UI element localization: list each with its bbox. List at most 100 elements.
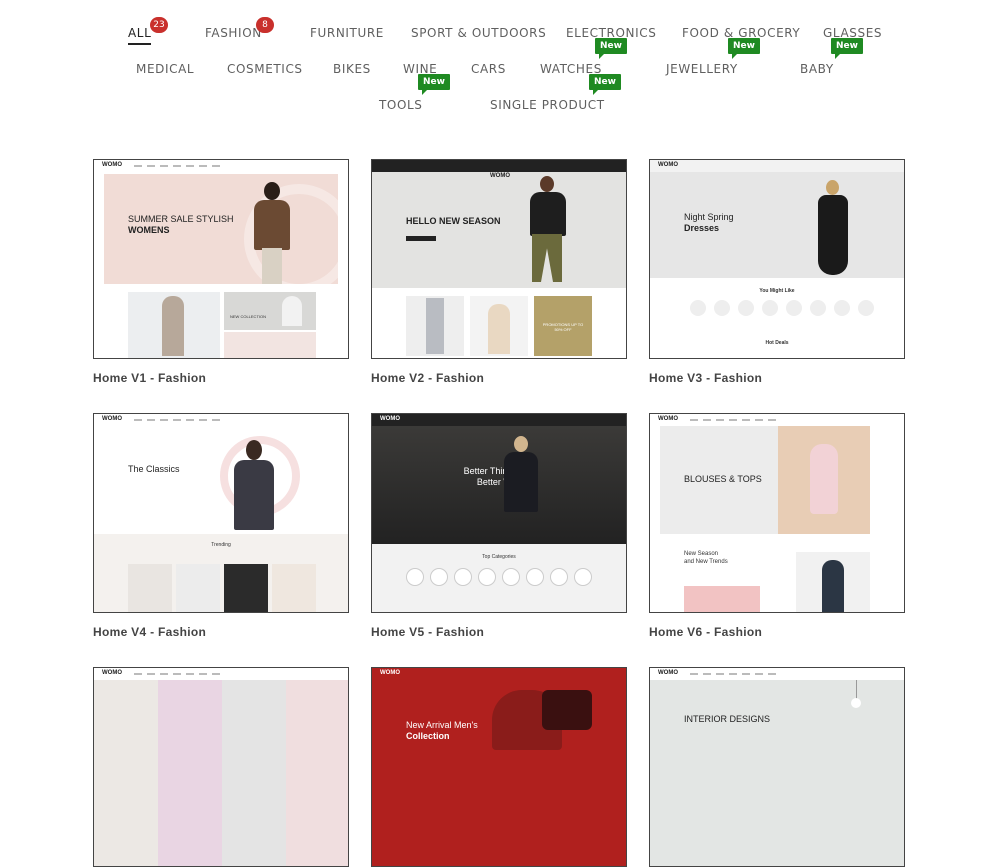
filter-label: MEDICAL (136, 62, 195, 76)
demo-title[interactable]: Home V5 - Fashion (371, 625, 484, 639)
hero-title: New Arrival Men's Collection (406, 720, 478, 742)
filter-jewellery[interactable]: JEWELLERY New (666, 38, 760, 76)
filter-fashion[interactable]: FASHION 8 (205, 17, 274, 40)
filter-label: FURNITURE (310, 26, 384, 40)
mini-header: WOMO (650, 160, 904, 172)
filter-label: SPORT & OUTDOORS (411, 26, 547, 40)
demo-title[interactable]: Home V3 - Fashion (649, 371, 762, 385)
product-circle (714, 300, 730, 316)
mini-logo: WOMO (490, 173, 510, 179)
filter-medical[interactable]: MEDICAL (136, 62, 194, 76)
category-icon (550, 568, 568, 586)
product-circle (762, 300, 778, 316)
filter-single-product[interactable]: SINGLE PRODUCT New (490, 74, 621, 112)
demo-thumbnail[interactable]: WOMO Better Things In a Better Way Top C… (371, 413, 627, 613)
section-title: Trending (211, 542, 231, 548)
mini-nav (690, 673, 780, 675)
mini-header: WOMO (650, 414, 904, 426)
filter-label: JEWELLERY (666, 62, 738, 76)
mini-logo: WOMO (658, 162, 678, 168)
model-body (530, 192, 566, 236)
mini-header: WOMO (372, 414, 626, 426)
new-badge: New (589, 74, 621, 95)
categories-section: Top Categories (372, 544, 626, 612)
category-icon (574, 568, 592, 586)
product-section: You Might Like Hot Deals (672, 278, 882, 356)
hero-banner: Better Things In a Better Way (372, 426, 626, 544)
demo-filter-bar: ALL 23 FASHION 8 FURNITURE SPORT & OUTDO… (0, 0, 1000, 130)
filter-tools[interactable]: TOOLS New (379, 74, 450, 112)
demo-thumbnail[interactable]: WOMO INTERIOR DESIGNS (649, 667, 905, 867)
category-icon (430, 568, 448, 586)
model-legs (262, 248, 282, 284)
hero-banner: WOMO HELLO NEW SEASON (372, 172, 626, 288)
filter-cosmetics[interactable]: COSMETICS (227, 62, 303, 76)
mini-nav (134, 419, 224, 421)
filter-sport-outdoors[interactable]: SPORT & OUTDOORS (411, 26, 546, 40)
filter-furniture[interactable]: FURNITURE (310, 26, 384, 40)
product-circle (858, 300, 874, 316)
hero-button (406, 236, 436, 241)
mini-header: WOMO (94, 160, 348, 172)
boombox-image (542, 690, 592, 730)
demo-thumbnail[interactable]: WOMO The Classics Trending (93, 413, 349, 613)
hero-banner: SUMMER SALE STYLISH WOMENS (104, 174, 348, 294)
mini-nav (134, 165, 224, 167)
model-head (514, 436, 528, 452)
demo-thumbnail[interactable]: WOMO New Arrival Men's Collection (371, 667, 627, 867)
demo-thumbnail[interactable]: WOMO SUMMER SALE STYLISH WOMENS NEW COLL… (93, 159, 349, 359)
demo-title[interactable]: Home V6 - Fashion (649, 625, 762, 639)
section-line: and New Trends (684, 559, 728, 565)
product-tile (128, 564, 172, 612)
demo-thumbnail[interactable]: WOMO BLOUSES & TOPS New Season and New T… (649, 413, 905, 613)
product-circle (738, 300, 754, 316)
demo-title[interactable]: Home V2 - Fashion (371, 371, 484, 385)
filter-label: TOOLS (379, 98, 423, 112)
model-legs (532, 234, 562, 282)
mini-logo: WOMO (102, 670, 122, 676)
promo-tile: PROMOTIONS UP TO 50% OFF (534, 296, 592, 356)
filter-baby[interactable]: BABY New (800, 38, 863, 76)
hero-panel (94, 680, 158, 866)
section-line: New Season (684, 551, 719, 557)
category-icon (526, 568, 544, 586)
hero-line: New Arrival Men's (406, 720, 478, 730)
hero-line: WOMENS (128, 225, 170, 235)
mini-header: WOMO (94, 668, 348, 680)
demo-title[interactable]: Home V1 - Fashion (93, 371, 206, 385)
mini-header (372, 160, 626, 172)
product-circle (834, 300, 850, 316)
model-body (234, 460, 274, 530)
mini-logo: WOMO (102, 416, 122, 422)
hero-banner: The Classics (94, 426, 348, 534)
category-icon (406, 568, 424, 586)
mini-header: WOMO (650, 668, 904, 680)
filter-label: CARS (471, 62, 506, 76)
filter-cars[interactable]: CARS (471, 62, 506, 76)
model-figure (162, 296, 184, 356)
demo-thumbnail[interactable]: WOMO HELLO NEW SEASON PROMOTIONS UP TO 5… (371, 159, 627, 359)
hero-line: Collection (406, 731, 450, 741)
filter-label: ALL (128, 26, 152, 40)
hero-title: INTERIOR DESIGNS (684, 714, 771, 724)
model-figure (282, 296, 302, 326)
filter-all[interactable]: ALL 23 (128, 17, 168, 45)
demo-title[interactable]: Home V4 - Fashion (93, 625, 206, 639)
mini-header: WOMO (372, 668, 626, 680)
product-image (488, 304, 510, 354)
hero-line: Night Spring (684, 212, 734, 222)
mini-logo: WOMO (102, 162, 122, 168)
model-figure (822, 560, 844, 612)
lamp-cord (856, 680, 857, 700)
mini-logo: WOMO (380, 416, 400, 422)
filter-label: BIKES (333, 62, 371, 76)
demo-thumbnail[interactable]: WOMO Night Spring Dresses You Might Like (649, 159, 905, 359)
promo-tile (796, 552, 870, 612)
hero-panel (286, 680, 348, 866)
model-head (540, 176, 554, 192)
mini-logo: WOMO (658, 416, 678, 422)
demo-thumbnail[interactable]: WOMO (93, 667, 349, 867)
filter-bikes[interactable]: BIKES (333, 62, 371, 76)
category-icon (502, 568, 520, 586)
hero-title: The Classics (128, 464, 180, 474)
